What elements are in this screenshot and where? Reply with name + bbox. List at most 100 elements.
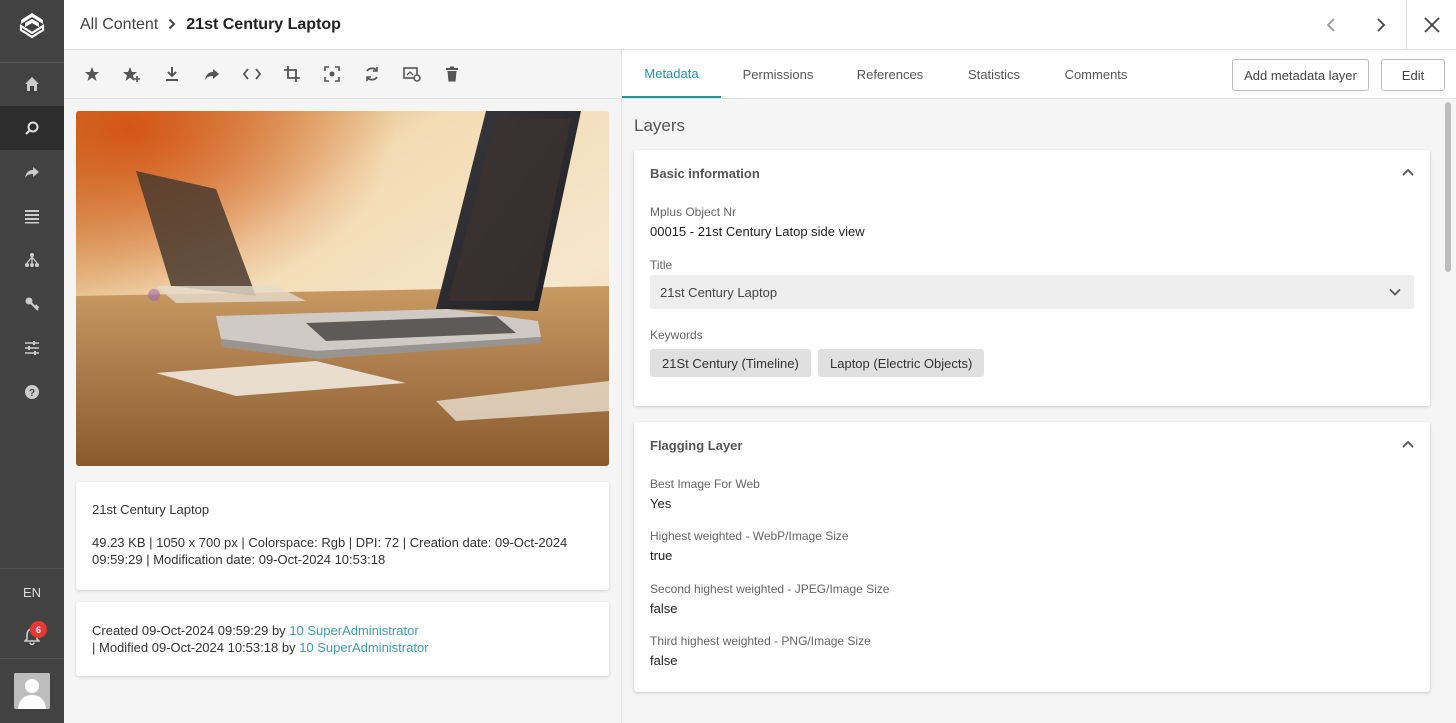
star-add-icon xyxy=(123,67,140,82)
sidebar-separator xyxy=(0,658,64,659)
key-icon xyxy=(25,297,40,311)
field-value: false xyxy=(650,601,678,616)
field-label: Title xyxy=(650,258,673,272)
add-metadata-layer-button[interactable]: Add metadata layer xyxy=(1232,59,1369,91)
previous-button[interactable] xyxy=(1306,0,1356,50)
share-icon xyxy=(25,167,39,178)
sidebar-item-home[interactable] xyxy=(0,62,64,106)
breadcrumb-root[interactable]: All Content xyxy=(80,16,158,34)
sidebar-item-settings[interactable] xyxy=(0,326,64,370)
field-label: Mplus Object Nr xyxy=(650,205,737,219)
preview-settings-button[interactable] xyxy=(400,62,424,86)
language-selector[interactable]: EN xyxy=(0,576,64,608)
help-icon: ? xyxy=(25,385,39,399)
add-to-collection-button[interactable] xyxy=(120,62,144,86)
notifications-button[interactable]: 6 xyxy=(0,616,64,656)
details-pane: Metadata Permissions References Statisti… xyxy=(622,50,1456,723)
keyword-chip[interactable]: Laptop (Electric Objects) xyxy=(818,349,985,377)
tab-metadata[interactable]: Metadata xyxy=(622,50,721,98)
sidebar-item-share[interactable] xyxy=(0,150,64,194)
sliders-icon xyxy=(25,341,39,355)
breadcrumb-separator-icon xyxy=(168,17,176,33)
search-icon xyxy=(25,121,39,135)
field-label: Highest weighted - WebP/Image Size xyxy=(650,529,849,543)
laptop-photo xyxy=(76,111,609,466)
field-value: Yes xyxy=(650,496,672,511)
crop-button[interactable] xyxy=(280,62,304,86)
chevron-up-icon[interactable] xyxy=(1400,436,1416,452)
created-text: Created 09-Oct-2024 09:59:29 by xyxy=(92,623,286,638)
field-value: true xyxy=(650,548,673,563)
header: All Content 21st Century Laptop xyxy=(64,0,1456,50)
user-icon xyxy=(14,673,50,709)
sidebar: ? EN 6 xyxy=(0,0,64,723)
notification-badge: 6 xyxy=(30,621,47,638)
chevron-down-icon xyxy=(1389,288,1401,296)
sidebar-item-keys[interactable] xyxy=(0,282,64,326)
share-icon xyxy=(205,69,219,80)
hierarchy-icon xyxy=(25,253,39,267)
scrollbar-thumb[interactable] xyxy=(1445,102,1451,272)
modified-by-link[interactable]: 10 SuperAdministrator xyxy=(299,640,428,655)
sidebar-item-help[interactable]: ? xyxy=(0,370,64,414)
download-button[interactable] xyxy=(160,62,184,86)
field-label: Keywords xyxy=(650,328,703,342)
sidebar-item-list[interactable] xyxy=(0,194,64,238)
rotate-icon xyxy=(366,67,378,81)
delete-icon xyxy=(446,66,458,82)
keyword-chip[interactable]: 21St Century (Timeline) xyxy=(650,349,811,377)
scrollbar[interactable] xyxy=(1444,100,1452,722)
next-button[interactable] xyxy=(1356,0,1406,50)
download-icon xyxy=(166,67,178,81)
tab-comments[interactable]: Comments xyxy=(1052,50,1140,98)
created-line: Created 09-Oct-2024 09:59:29 by 10 Super… xyxy=(92,622,593,639)
page-title: 21st Century Laptop xyxy=(186,16,341,33)
svg-text:?: ? xyxy=(29,388,35,399)
file-info-card: 21st Century Laptop 49.23 KB | 1050 x 70… xyxy=(76,482,609,590)
field-label: Best Image For Web xyxy=(650,477,760,491)
asset-preview-image[interactable] xyxy=(76,111,609,466)
home-icon xyxy=(25,77,39,91)
close-button[interactable] xyxy=(1407,0,1456,50)
tab-statistics[interactable]: Statistics xyxy=(952,50,1036,98)
logo-icon xyxy=(19,13,45,39)
panel-heading[interactable]: Flagging Layer xyxy=(650,422,742,468)
embed-code-button[interactable] xyxy=(240,62,264,86)
focus-icon xyxy=(324,66,340,82)
close-icon xyxy=(1424,17,1440,33)
modified-text: | Modified 09-Oct-2024 10:53:18 by xyxy=(92,640,296,655)
chevron-left-icon xyxy=(1326,18,1335,32)
sidebar-item-search[interactable] xyxy=(0,106,64,150)
preview-settings-icon xyxy=(403,67,421,82)
sidebar-item-hierarchy[interactable] xyxy=(0,238,64,282)
title-select-value: 21st Century Laptop xyxy=(660,284,778,300)
basic-information-panel: Basic information Mplus Object Nr 00015 … xyxy=(634,150,1430,406)
panel-heading[interactable]: Basic information xyxy=(650,150,760,196)
chevron-up-icon[interactable] xyxy=(1400,164,1416,180)
history-card: Created 09-Oct-2024 09:59:29 by 10 Super… xyxy=(76,602,609,676)
title-select[interactable]: 21st Century Laptop xyxy=(650,275,1414,309)
code-icon xyxy=(243,68,261,80)
focus-point-button[interactable] xyxy=(320,62,344,86)
file-title: 21st Century Laptop xyxy=(92,502,210,517)
file-info: 49.23 KB | 1050 x 700 px | Colorspace: R… xyxy=(92,535,568,567)
tab-permissions[interactable]: Permissions xyxy=(728,50,828,98)
app-logo[interactable] xyxy=(0,0,64,50)
convert-button[interactable] xyxy=(360,62,384,86)
created-by-link[interactable]: 10 SuperAdministrator xyxy=(289,623,418,638)
avatar[interactable] xyxy=(14,673,50,709)
crop-icon xyxy=(284,66,300,82)
layers-heading: Layers xyxy=(634,116,686,135)
favorite-button[interactable] xyxy=(80,62,104,86)
tab-references[interactable]: References xyxy=(842,50,938,98)
field-value: 00015 - 21st Century Latop side view xyxy=(650,224,865,239)
field-label: Second highest weighted - JPEG/Image Siz… xyxy=(650,582,890,596)
list-icon xyxy=(25,210,39,224)
share-button[interactable] xyxy=(200,62,224,86)
edit-button[interactable]: Edit xyxy=(1381,59,1445,91)
sidebar-separator xyxy=(0,568,64,569)
chevron-right-icon xyxy=(1377,18,1386,32)
field-value: false xyxy=(650,653,678,668)
flagging-layer-panel: Flagging Layer Best Image For Web Yes Hi… xyxy=(634,422,1430,692)
delete-button[interactable] xyxy=(440,62,464,86)
